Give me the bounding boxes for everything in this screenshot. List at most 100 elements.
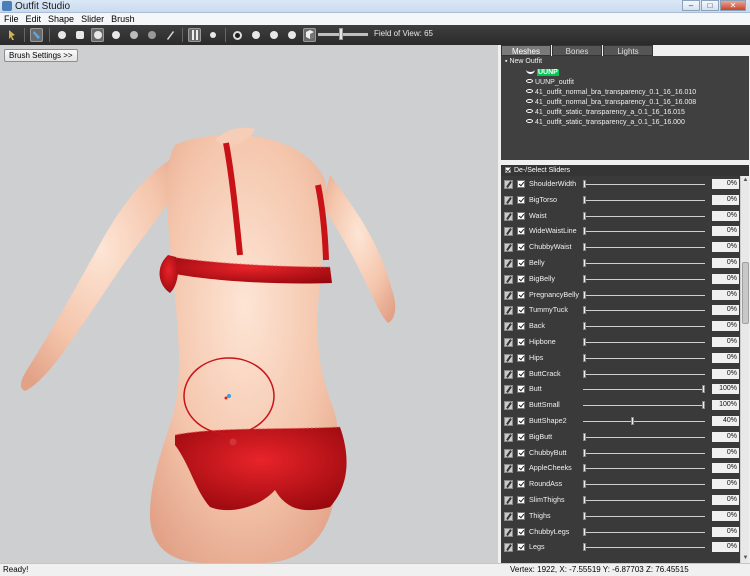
- slider-scrollbar[interactable]: ▲ ▼: [740, 176, 749, 563]
- edit-slider-icon[interactable]: [504, 432, 513, 442]
- slider-track[interactable]: [583, 468, 705, 470]
- slider-value-field[interactable]: 0%: [712, 368, 739, 379]
- slider-thumb[interactable]: [583, 306, 586, 315]
- slider-track[interactable]: [583, 310, 705, 312]
- slider-checkbox[interactable]: [517, 338, 525, 346]
- slider-track[interactable]: [583, 231, 705, 233]
- slider-checkbox[interactable]: [517, 511, 525, 520]
- mesh-item[interactable]: 41_outfit_normal_bra_transparency_0.1_16…: [526, 98, 696, 108]
- collapse-icon[interactable]: ▪: [505, 58, 507, 65]
- slider-checkbox[interactable]: [517, 353, 525, 362]
- connected-icon[interactable]: [206, 28, 219, 42]
- eye-icon[interactable]: [526, 89, 533, 93]
- edit-slider-icon[interactable]: [504, 385, 513, 395]
- reference-mesh[interactable]: UUNP: [526, 68, 559, 78]
- slider-thumb[interactable]: [583, 432, 586, 441]
- edit-slider-icon[interactable]: [504, 338, 513, 347]
- slider-thumb[interactable]: [583, 369, 586, 378]
- slider-track[interactable]: [583, 263, 705, 264]
- slider-value-field[interactable]: 40%: [712, 416, 739, 426]
- slider-track[interactable]: [583, 405, 705, 407]
- menu-slider[interactable]: Slider: [81, 13, 104, 25]
- pencil-icon[interactable]: [163, 28, 176, 42]
- slider-thumb[interactable]: [702, 385, 705, 394]
- slider-value-field[interactable]: 0%: [712, 226, 739, 237]
- slider-value-field[interactable]: 0%: [712, 479, 739, 490]
- slider-thumb[interactable]: [583, 448, 586, 457]
- slider-thumb[interactable]: [702, 401, 705, 410]
- color-brush-icon[interactable]: [145, 28, 158, 42]
- eye-icon[interactable]: [526, 79, 533, 83]
- slider-thumb[interactable]: [583, 195, 586, 204]
- close-button[interactable]: ✕: [720, 0, 746, 11]
- slider-checkbox[interactable]: [517, 195, 525, 204]
- move-brush-icon[interactable]: [91, 28, 104, 42]
- edit-slider-icon[interactable]: [504, 259, 513, 268]
- slider-track[interactable]: [583, 326, 705, 328]
- slider-track[interactable]: [583, 436, 705, 438]
- eye-icon[interactable]: [526, 99, 533, 103]
- slider-checkbox[interactable]: [517, 274, 525, 283]
- tab-bones[interactable]: Bones: [552, 45, 602, 56]
- menu-file[interactable]: File: [4, 13, 19, 25]
- edit-slider-icon[interactable]: [504, 274, 513, 284]
- slider-checkbox[interactable]: [517, 448, 525, 457]
- slider-value-field[interactable]: 0%: [712, 321, 739, 332]
- slider-value-field[interactable]: 100%: [712, 384, 739, 395]
- mesh-item[interactable]: 41_outfit_static_transparency_a_0.1_16_1…: [526, 118, 685, 128]
- slider-value-field[interactable]: 100%: [712, 400, 739, 411]
- slider-value-field[interactable]: 0%: [712, 431, 739, 442]
- edit-slider-icon[interactable]: [504, 211, 513, 221]
- slider-thumb[interactable]: [583, 243, 586, 252]
- fov-slider[interactable]: [318, 33, 368, 36]
- weight-brush-icon[interactable]: [127, 28, 140, 42]
- eye-icon[interactable]: [526, 109, 533, 113]
- shading-icon[interactable]: [285, 28, 298, 42]
- edit-slider-icon[interactable]: [504, 417, 513, 426]
- fov-slider-thumb[interactable]: [339, 28, 343, 40]
- slider-value-field[interactable]: 0%: [712, 305, 739, 316]
- slider-value-field[interactable]: 0%: [712, 242, 739, 253]
- slider-value-field[interactable]: 0%: [712, 495, 739, 505]
- edit-slider-icon[interactable]: [504, 543, 513, 553]
- scrollbar-thumb[interactable]: [742, 262, 749, 324]
- slider-checkbox[interactable]: [517, 306, 525, 315]
- maximize-button[interactable]: □: [701, 0, 719, 11]
- slider-thumb[interactable]: [583, 290, 586, 299]
- slider-checkbox[interactable]: [517, 211, 525, 220]
- slider-track[interactable]: [583, 531, 705, 533]
- select-tool-icon[interactable]: [5, 28, 18, 42]
- slider-value-field[interactable]: 0%: [712, 289, 739, 300]
- slider-thumb[interactable]: [583, 527, 586, 536]
- slider-track[interactable]: [583, 357, 705, 359]
- eye-icon[interactable]: [526, 119, 533, 123]
- deselect-sliders-header[interactable]: De-/Select Sliders: [501, 165, 749, 176]
- slider-thumb[interactable]: [583, 274, 586, 283]
- slider-checkbox[interactable]: [517, 527, 525, 536]
- wireframe-icon[interactable]: [249, 28, 262, 42]
- slider-thumb[interactable]: [583, 338, 586, 346]
- slider-value-field[interactable]: 0%: [712, 179, 739, 189]
- edit-slider-icon[interactable]: [504, 401, 513, 411]
- edit-slider-icon[interactable]: [504, 480, 513, 490]
- slider-value-field[interactable]: 0%: [712, 273, 739, 284]
- edit-slider-icon[interactable]: [504, 369, 513, 379]
- mesh-item[interactable]: UUNP_outfit: [526, 78, 574, 88]
- slider-track[interactable]: [583, 278, 705, 280]
- slider-checkbox[interactable]: [517, 480, 525, 489]
- slider-track[interactable]: [583, 247, 705, 249]
- edit-slider-icon[interactable]: [504, 527, 513, 537]
- slider-thumb[interactable]: [583, 322, 586, 331]
- slider-checkbox[interactable]: [517, 464, 525, 473]
- slider-thumb[interactable]: [583, 511, 586, 520]
- slider-checkbox[interactable]: [517, 385, 525, 394]
- slider-thumb[interactable]: [583, 543, 586, 552]
- edit-slider-icon[interactable]: [504, 496, 513, 505]
- slider-value-field[interactable]: 0%: [712, 337, 739, 347]
- edit-slider-icon[interactable]: [504, 464, 513, 474]
- slider-track[interactable]: [583, 199, 705, 201]
- deselect-sliders-checkbox[interactable]: [505, 167, 511, 173]
- edit-slider-icon[interactable]: [504, 195, 513, 205]
- texture-cube-icon[interactable]: [303, 28, 316, 42]
- 3d-viewport[interactable]: Brush Settings >>: [0, 45, 498, 563]
